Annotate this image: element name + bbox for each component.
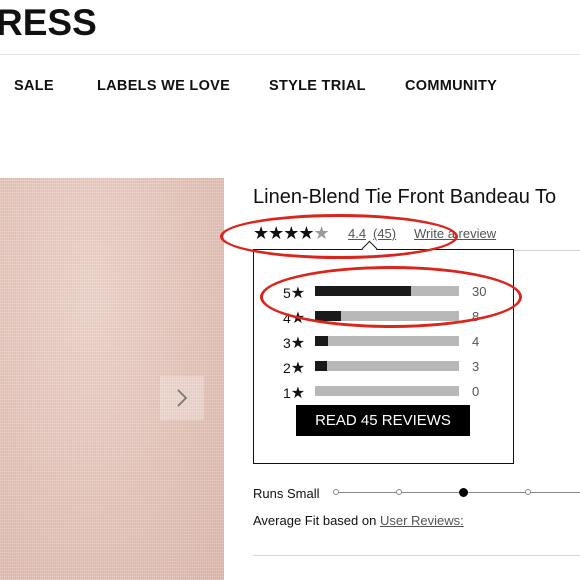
rating-row-label[interactable]: 2★ [283, 358, 305, 378]
rating-bar[interactable] [315, 336, 459, 346]
fit-dot[interactable] [396, 489, 402, 495]
image-next-button[interactable] [160, 376, 204, 420]
star-icon: ★ [290, 360, 306, 377]
brand-logo[interactable]: RESS [0, 2, 97, 44]
rating-row-count: 0 [472, 384, 480, 399]
annotation-circle-rating [220, 214, 458, 259]
rating-bar-fill [315, 336, 328, 346]
user-reviews-link[interactable]: User Reviews: [380, 513, 464, 528]
rating-row-count: 3 [472, 359, 480, 374]
rating-bar-fill [315, 361, 327, 371]
nav-style-trial[interactable]: STYLE TRIAL [269, 78, 366, 94]
annotation-circle-breakdown [260, 266, 522, 328]
fit-dot-selected[interactable] [458, 487, 468, 497]
header-divider [0, 54, 580, 55]
rating-row-label[interactable]: 1★ [283, 383, 305, 403]
read-reviews-button[interactable]: READ 45 REVIEWS [296, 405, 470, 436]
star-icon: ★ [290, 335, 306, 352]
rating-bar[interactable] [315, 386, 459, 396]
nav-labels-we-love[interactable]: LABELS WE LOVE [97, 78, 230, 94]
average-fit-text: Average Fit based on User Reviews: [253, 513, 464, 528]
product-title: Linen-Blend Tie Front Bandeau To [253, 186, 557, 208]
chevron-right-icon [177, 389, 188, 407]
nav-sale[interactable]: SALE [14, 78, 54, 94]
fit-dot[interactable] [333, 489, 339, 495]
fit-label: Runs Small [253, 486, 320, 501]
star-icon: ★ [290, 385, 306, 402]
rating-bar[interactable] [315, 361, 459, 371]
fit-dot[interactable] [525, 489, 531, 495]
section-divider [253, 555, 580, 556]
rating-row-label[interactable]: 3★ [283, 333, 305, 353]
nav-community[interactable]: COMMUNITY [405, 78, 497, 94]
rating-row-count: 4 [472, 334, 480, 349]
